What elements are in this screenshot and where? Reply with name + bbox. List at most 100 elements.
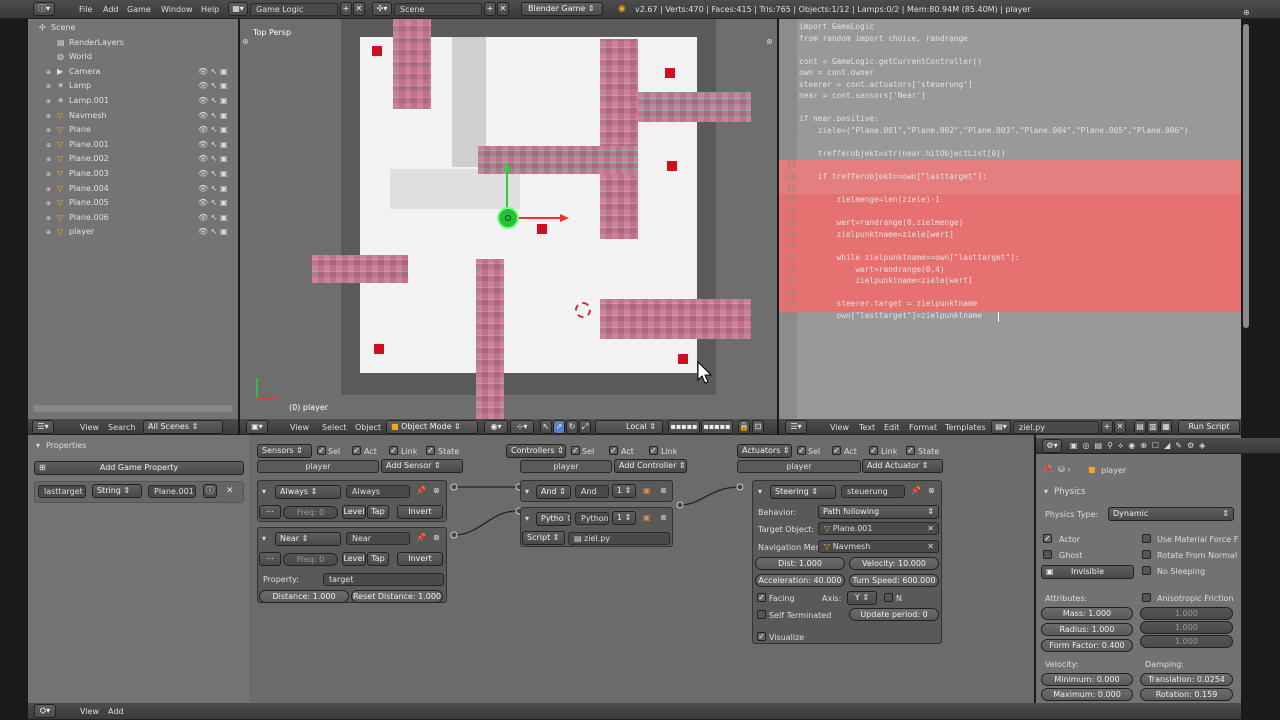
steering-collapse-icon[interactable]: ▾ <box>758 487 762 496</box>
facing-checkbox[interactable]: ✓ <box>757 593 766 602</box>
normal-checkbox[interactable] <box>884 593 893 602</box>
steering-name-field[interactable]: steuerung <box>841 485 905 498</box>
visibility-icons[interactable]: 👁 ↖ ▣ <box>198 167 228 181</box>
layers-grid-2[interactable]: ▪▪▪▪▪ <box>701 420 733 434</box>
add-sensor-button[interactable]: Add Sensor ⇕ <box>381 459 463 473</box>
syntax-toggle[interactable]: ▦ <box>1160 420 1172 434</box>
visibility-icons[interactable]: 👁 ↖ ▣ <box>198 182 228 196</box>
viewport-view-menu[interactable]: View <box>290 423 309 432</box>
expand-icon[interactable]: ⊕ <box>46 95 54 105</box>
acceleration-field[interactable]: Acceleration: 40.000 <box>755 574 845 587</box>
code-line[interactable]: near = cont.sensors['Near'] <box>799 90 926 102</box>
sensors-link-checkbox[interactable]: ✓ <box>389 446 398 455</box>
outliner-item[interactable]: ⊕ ▽ Plane.002 👁 ↖ ▣ <box>30 152 237 166</box>
code-line[interactable]: trefferobjekt=str(near.hitObjectList[0]) <box>799 148 1006 160</box>
controllers-link-checkbox[interactable]: ✓ <box>649 446 658 455</box>
visibility-icons[interactable]: 👁 ↖ ▣ <box>198 138 228 152</box>
controllers-sel-checkbox[interactable]: ✓ <box>571 446 580 455</box>
always-invert-button[interactable]: Invert <box>397 505 443 519</box>
script-file-field[interactable]: ▤ ziel.py <box>568 532 670 545</box>
damping-translation-field[interactable]: Translation: 0.0254 <box>1140 673 1233 686</box>
code-line[interactable]: steerer.target = zielpunktname <box>799 298 978 310</box>
code-line[interactable]: import GameLogic <box>799 21 874 33</box>
and-name-field[interactable]: And <box>575 485 609 498</box>
and-state-select[interactable]: 1 ⇕ <box>612 484 636 498</box>
visibility-icons[interactable]: 👁 ↖ ▣ <box>198 79 228 93</box>
actuators-act-checkbox[interactable]: ✓ <box>832 446 841 455</box>
expand-icon[interactable]: ⊕ <box>46 153 54 163</box>
word-wrap-toggle[interactable]: ▥ <box>1147 420 1159 434</box>
visibility-icons[interactable]: 👁 ↖ ▣ <box>198 65 228 79</box>
always-pin-icon[interactable]: 📌 <box>416 486 426 495</box>
self-terminated-checkbox[interactable] <box>757 610 766 619</box>
layout-add-button[interactable]: + <box>340 2 352 16</box>
outliner-item[interactable]: ✣ Scene <box>30 21 237 35</box>
visibility-icons[interactable]: 👁 ↖ ▣ <box>198 152 228 166</box>
code-line[interactable]: wert=randrange(0,4) <box>799 264 944 276</box>
actuators-select[interactable]: Actuators ⇕ <box>737 444 792 458</box>
anisotropic-checkbox[interactable] <box>1142 593 1151 602</box>
steering-remove-icon[interactable]: ⊗ <box>928 486 935 495</box>
code-line[interactable]: if near.positive: <box>799 113 879 125</box>
properties-panel-heading[interactable]: ▾ Properties <box>34 440 244 452</box>
ghost-checkbox[interactable] <box>1043 550 1052 559</box>
physics-section-heading[interactable]: ▾ Physics <box>1042 486 1237 498</box>
outliner-item[interactable]: ⊕ ☀ Lamp 👁 ↖ ▣ <box>30 79 237 93</box>
always-freq-field[interactable]: Freq: 0 <box>283 506 338 519</box>
velocity-max-field[interactable]: Maximum: 0.000 <box>1041 688 1133 701</box>
menu-file[interactable]: File <box>79 5 92 14</box>
outliner-item[interactable]: ⊕ ▽ Navmesh 👁 ↖ ▣ <box>30 109 237 123</box>
run-script-button[interactable]: Run Script <box>1178 420 1240 434</box>
velocity-field[interactable]: Velocity: 10.000 <box>849 557 939 570</box>
steering-pin-icon[interactable]: 📌 <box>911 486 921 495</box>
properties-editor-icon[interactable]: ⚙▾ <box>1042 439 1062 453</box>
always-remove-icon[interactable]: ⊗ <box>433 486 440 495</box>
logic-view-menu[interactable]: View <box>80 707 99 716</box>
add-actuator-button[interactable]: Add Actuator ⇕ <box>862 459 943 473</box>
text-filename-field[interactable]: ziel.py <box>1013 421 1099 434</box>
near-collapse-icon[interactable]: ▾ <box>262 534 266 543</box>
expand-icon[interactable]: ⊕ <box>46 226 54 236</box>
near-type-select[interactable]: Near ⇕ <box>275 532 341 546</box>
outliner-item[interactable]: ▤ RenderLayers <box>30 36 237 50</box>
sensors-sel-checkbox[interactable]: ✓ <box>317 446 326 455</box>
menu-help[interactable]: Help <box>201 5 219 14</box>
outliner-item[interactable]: ⊕ ▽ Plane.001 👁 ↖ ▣ <box>30 138 237 152</box>
property-remove-icon[interactable]: ✕ <box>226 486 234 496</box>
physics-type-select[interactable]: Dynamic ⇕ <box>1108 507 1234 521</box>
text-browse-icon[interactable]: ▤▾ <box>991 420 1011 434</box>
steering-type-select[interactable]: Steering ⇕ <box>770 485 836 499</box>
python-priority-icon[interactable]: ▣ <box>643 513 651 522</box>
outliner-scrollbar[interactable] <box>33 405 233 412</box>
text-close-button[interactable]: ✕ <box>1114 420 1126 434</box>
near-remove-icon[interactable]: ⊗ <box>433 533 440 542</box>
code-line[interactable]: ziele=("Plane.001","Plane.002","Plane.00… <box>799 125 1189 137</box>
sensors-select[interactable]: Sensors ⇕ <box>257 444 312 458</box>
code-line[interactable]: from random import choice, randrange <box>799 33 968 45</box>
code-line[interactable]: zielmenge=len(ziele)-1 <box>799 194 940 206</box>
always-level-button[interactable]: Level <box>342 505 366 519</box>
near-tap-button[interactable]: Tap <box>367 552 389 566</box>
code-line[interactable]: zielpunktname=ziele[wert] <box>799 275 972 287</box>
navmesh-field[interactable]: ▽ Navmesh ✕ <box>818 540 939 553</box>
actuators-state-checkbox[interactable]: ✓ <box>906 446 915 455</box>
aniso-y-field[interactable]: 1.000 <box>1140 621 1233 634</box>
target-object-field[interactable]: ▽ Plane.001 ✕ <box>818 522 939 535</box>
add-panel-plus-icon[interactable]: ⊕ <box>242 37 249 46</box>
controllers-select[interactable]: Controllers ⇕ <box>506 444 566 458</box>
logic-add-menu[interactable]: Add <box>108 707 124 716</box>
expand-icon[interactable]: ⊕ <box>46 212 54 222</box>
logic-editor-icon[interactable]: ⛭▾ <box>34 704 56 718</box>
code-line[interactable]: steerer = cont.actuators['steuerung'] <box>799 79 973 91</box>
near-pulse-button[interactable]: ⋯ <box>259 552 281 566</box>
visibility-icons[interactable]: 👁 ↖ ▣ <box>198 211 228 225</box>
viewport[interactable]: Top Persp (0) player ⊕ ⊕ <box>240 19 777 419</box>
aniso-x-field[interactable]: 1.000 <box>1140 607 1233 620</box>
viewport-select-menu[interactable]: Select <box>322 423 347 432</box>
scene-add-button[interactable]: + <box>484 2 496 16</box>
controllers-act-checkbox[interactable]: ✓ <box>609 446 618 455</box>
mass-field[interactable]: Mass: 1.000 <box>1041 607 1133 620</box>
outliner-item[interactable]: ⊕ ▽ Plane 👁 ↖ ▣ <box>30 123 237 137</box>
and-priority-icon[interactable]: ▣ <box>643 486 651 495</box>
text-view-menu[interactable]: View <box>830 423 849 432</box>
